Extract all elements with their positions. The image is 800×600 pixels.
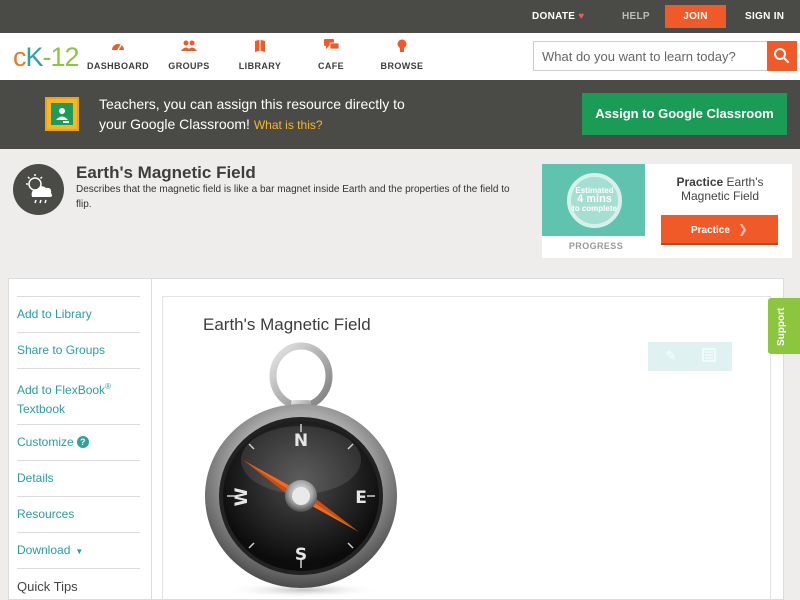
flexbook-label-2: Textbook xyxy=(17,402,66,416)
compass-image: N S E W xyxy=(205,342,397,598)
google-classroom-banner: Teachers, you can assign this resource d… xyxy=(0,80,800,149)
concept-title: Earth's Magnetic Field xyxy=(76,163,256,182)
caret-down-icon: ▼ xyxy=(75,547,84,556)
support-tab[interactable]: Support xyxy=(768,298,800,354)
progress-label: PROGRESS xyxy=(568,241,624,251)
compass-e: E xyxy=(355,488,367,508)
main-panel: Earth's Magnetic Field ✎ N S E W xyxy=(162,296,771,600)
logo-dash: - xyxy=(42,42,52,72)
ck12-logo[interactable]: cK-12 xyxy=(13,42,80,73)
practice-card: Estimated 4 mins to complete PROGRESS Pr… xyxy=(542,164,792,258)
nav-groups[interactable]: GROUPS xyxy=(154,39,224,71)
donate-label: DONATE xyxy=(532,11,576,22)
practice-button[interactable]: Practice ❯ xyxy=(661,215,778,245)
top-bar: DONATE ♥ HELP JOIN SIGN IN xyxy=(0,0,800,33)
search-box xyxy=(533,41,797,71)
nav-library-label: LIBRARY xyxy=(238,61,282,71)
assign-google-classroom-button[interactable]: Assign to Google Classroom xyxy=(582,93,787,135)
customize-label: Customize xyxy=(17,435,74,449)
cafe-icon xyxy=(296,39,366,57)
nav-dashboard-label: DASHBOARD xyxy=(86,61,150,71)
help-icon[interactable]: ? xyxy=(76,436,89,448)
search-input[interactable] xyxy=(534,42,766,70)
practice-button-label: Practice xyxy=(691,225,730,236)
banner-text: Teachers, you can assign this resource d… xyxy=(99,94,405,135)
nav-browse[interactable]: BROWSE xyxy=(367,39,437,71)
google-classroom-icon xyxy=(45,97,79,131)
sidebar: Add to Library Share to Groups Add to Fl… xyxy=(9,279,152,600)
donate-link[interactable]: DONATE ♥ xyxy=(532,0,585,33)
flexbook-label-1: Add to FlexBook xyxy=(17,383,106,397)
pencil-icon[interactable]: ✎ xyxy=(662,348,680,364)
dashboard-icon xyxy=(83,39,153,57)
sidebar-share-to-groups[interactable]: Share to Groups xyxy=(17,332,140,360)
logo-k: K xyxy=(25,42,44,72)
what-is-this-link[interactable]: What is this? xyxy=(254,118,323,132)
nav-dashboard[interactable]: DASHBOARD xyxy=(83,39,153,71)
sidebar-quick-tips[interactable]: Quick Tips xyxy=(17,568,140,596)
annotation-tools: ✎ xyxy=(648,342,732,371)
flexbook-reg: ® xyxy=(105,382,111,391)
search-button[interactable] xyxy=(767,41,797,71)
logo-num: 12 xyxy=(50,42,80,72)
download-label: Download xyxy=(17,543,71,557)
main-title: Earth's Magnetic Field xyxy=(203,315,371,334)
nav-groups-label: GROUPS xyxy=(168,61,210,71)
browse-icon xyxy=(367,39,437,57)
join-button[interactable]: JOIN xyxy=(665,5,726,28)
sidebar-download[interactable]: Download ▼ xyxy=(17,532,140,561)
heart-icon: ♥ xyxy=(578,11,585,22)
progress-image: Estimated 4 mins to complete xyxy=(542,164,645,236)
banner-line-2: your Google Classroom! xyxy=(99,116,250,132)
banner-line-1: Teachers, you can assign this resource d… xyxy=(99,96,405,112)
search-icon xyxy=(767,48,797,75)
to-complete-text: to complete xyxy=(572,204,617,213)
nav-library[interactable]: LIBRARY xyxy=(225,39,295,71)
notes-icon[interactable] xyxy=(700,348,718,364)
sidebar-resources[interactable]: Resources xyxy=(17,496,140,524)
sidebar-add-to-library[interactable]: Add to Library xyxy=(17,296,140,324)
support-label: Support xyxy=(776,307,787,346)
weather-icon xyxy=(13,164,64,215)
library-icon xyxy=(225,39,295,57)
compass-s: S xyxy=(295,545,307,565)
sidebar-details[interactable]: Details xyxy=(17,460,140,488)
nav-cafe-label: CAFE xyxy=(317,61,345,71)
practice-title: Practice Earth's Magnetic Field xyxy=(660,175,780,203)
estimate-circle: Estimated 4 mins to complete xyxy=(567,173,622,228)
compass-n: N xyxy=(294,431,308,451)
chevron-right-icon: ❯ xyxy=(737,222,748,236)
sidebar-add-to-flexbook[interactable]: Add to FlexBook® Textbook xyxy=(17,368,140,419)
main-nav: cK-12 DASHBOARD GROUPS LIBRARY CAFE BROW… xyxy=(0,33,800,80)
help-link[interactable]: HELP xyxy=(622,0,650,33)
groups-icon xyxy=(154,39,224,57)
sidebar-customize[interactable]: Customize? xyxy=(17,424,140,452)
content-area: Add to Library Share to Groups Add to Fl… xyxy=(8,278,784,600)
concept-description: Describes that the magnetic field is lik… xyxy=(76,184,510,210)
nav-browse-label: BROWSE xyxy=(380,61,424,71)
logo-c: c xyxy=(13,42,26,72)
compass-w: W xyxy=(232,487,252,506)
practice-title-bold: Practice xyxy=(676,175,724,189)
sign-in-link[interactable]: SIGN IN xyxy=(745,0,784,33)
nav-cafe[interactable]: CAFE xyxy=(296,39,366,71)
